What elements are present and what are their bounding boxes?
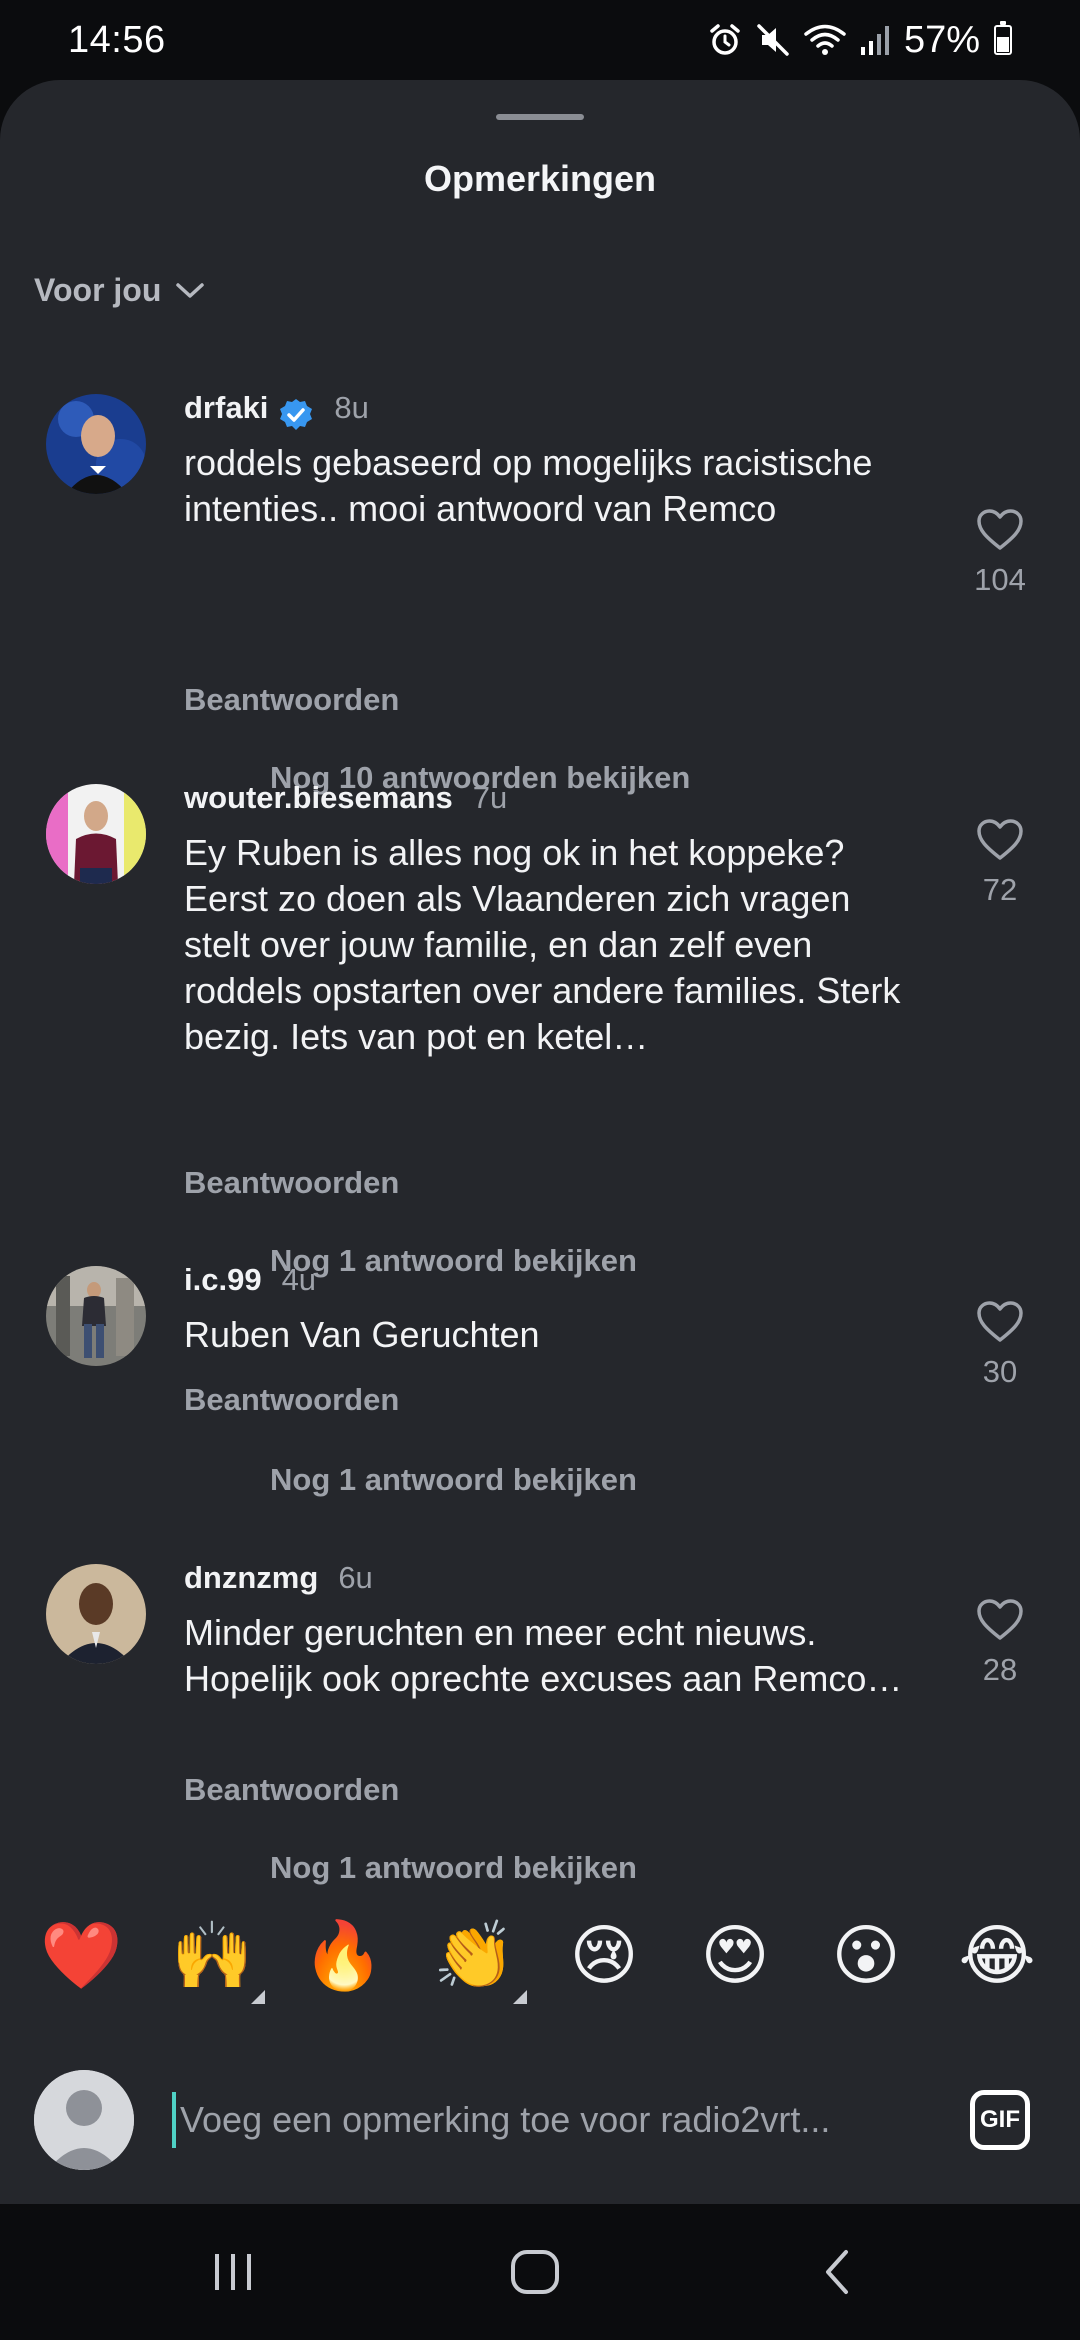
emoji-raising-hands[interactable]: 🙌 [171, 1916, 265, 2004]
gif-button[interactable]: GIF [970, 2090, 1030, 2150]
comment-text: Minder geruchten en meer echt nieuws. Ho… [184, 1612, 903, 1699]
status-bar: 14:56 57% [0, 0, 1080, 80]
chevron-down-icon [175, 272, 205, 309]
recent-apps-icon[interactable] [203, 2242, 263, 2302]
sort-label: Voor jou [34, 272, 162, 308]
navigation-bar [0, 2204, 1080, 2340]
heart-icon [960, 1598, 1040, 1642]
like-count: 28 [982, 1652, 1018, 1687]
like-button[interactable]: 28 [960, 1598, 1040, 1688]
avatar[interactable] [46, 1266, 146, 1366]
view-more-replies[interactable]: Nog 1 antwoord bekijken [270, 1243, 637, 1279]
comment-time: 8u [334, 390, 369, 425]
skin-tone-indicator [513, 1990, 527, 2004]
heart-icon [960, 1300, 1040, 1344]
avatar[interactable] [46, 394, 146, 494]
reply-button[interactable]: Beantwoorden [184, 682, 399, 718]
battery-percent: 57% [903, 18, 980, 61]
battery-icon [994, 21, 1012, 55]
emoji-bar: ❤️ 🙌 🔥 👏 😢 😍 😮 😂 [0, 1916, 1080, 2016]
skin-tone-indicator [251, 1990, 265, 2004]
comments-sheet: Opmerkingen Voor jou drfaki 8u roddels g… [0, 80, 1080, 2204]
alarm-icon [708, 23, 742, 57]
comment-header: wouter.biesemans 7u [184, 780, 507, 816]
status-icons: 57% [708, 19, 1012, 62]
avatar[interactable] [46, 1564, 146, 1664]
reply-button[interactable]: Beantwoorden [184, 1382, 399, 1418]
status-time: 14:56 [68, 18, 166, 61]
comment-text: Ruben Van Geruchten [184, 1314, 540, 1355]
mute-icon [756, 23, 790, 57]
verified-badge-icon [278, 397, 314, 438]
comment-input-row: GIF [0, 2070, 1080, 2180]
home-icon[interactable] [505, 2242, 565, 2302]
like-count: 30 [982, 1354, 1018, 1389]
emoji-fire[interactable]: 🔥 [302, 1916, 384, 1996]
signal-icon [860, 23, 890, 57]
screen: 14:56 57% Opmerkingen Voor jou drfaki 8u… [0, 0, 1080, 2340]
user-avatar[interactable] [34, 2070, 134, 2170]
emoji-heart[interactable]: ❤️ [40, 1916, 122, 1996]
comment-username[interactable]: wouter.biesemans [184, 780, 453, 816]
like-count: 72 [982, 872, 1018, 907]
emoji-surprised[interactable]: 😮 [826, 1916, 906, 1996]
reply-button[interactable]: Beantwoorden [184, 1772, 399, 1808]
comment-header: i.c.99 4u [184, 1262, 316, 1298]
view-more-replies[interactable]: Nog 1 antwoord bekijken [270, 1462, 637, 1498]
comment-text: Ey Ruben is alles nog ok in het koppeke?… [184, 832, 901, 1057]
emoji-crying[interactable]: 😢 [564, 1916, 644, 1996]
heart-icon [960, 818, 1040, 862]
sheet-title: Opmerkingen [423, 158, 657, 199]
sort-dropdown[interactable]: Voor jou [34, 272, 205, 309]
wifi-icon [804, 23, 846, 57]
avatar[interactable] [46, 784, 146, 884]
drag-handle[interactable] [496, 114, 584, 120]
emoji-laughing[interactable]: 😂 [957, 1916, 1037, 1996]
comment-username[interactable]: drfaki [184, 390, 314, 434]
comment-input[interactable] [172, 2092, 940, 2148]
comment-header: drfaki 8u [184, 390, 369, 434]
back-icon[interactable] [808, 2242, 868, 2302]
heart-icon [960, 508, 1040, 552]
reply-button[interactable]: Beantwoorden [184, 1165, 399, 1201]
like-count: 104 [974, 562, 1026, 597]
view-more-replies[interactable]: Nog 1 antwoord bekijken [270, 1850, 637, 1886]
comment-username[interactable]: dnznzmg [184, 1560, 318, 1596]
like-button[interactable]: 30 [960, 1300, 1040, 1390]
comment-time: 4u [281, 1262, 317, 1297]
like-button[interactable]: 72 [960, 818, 1040, 908]
emoji-heart-eyes[interactable]: 😍 [695, 1916, 775, 1996]
comment-time: 7u [472, 780, 508, 815]
comment-time: 6u [338, 1560, 373, 1595]
emoji-clapping[interactable]: 👏 [433, 1916, 527, 2004]
comment-username[interactable]: i.c.99 [184, 1262, 262, 1298]
comment-text: roddels gebaseerd op mogelijks racistisc… [184, 442, 873, 529]
like-button[interactable]: 104 [960, 508, 1040, 598]
comment-header: dnznzmg 6u [184, 1560, 373, 1596]
battery-fill [997, 37, 1009, 52]
